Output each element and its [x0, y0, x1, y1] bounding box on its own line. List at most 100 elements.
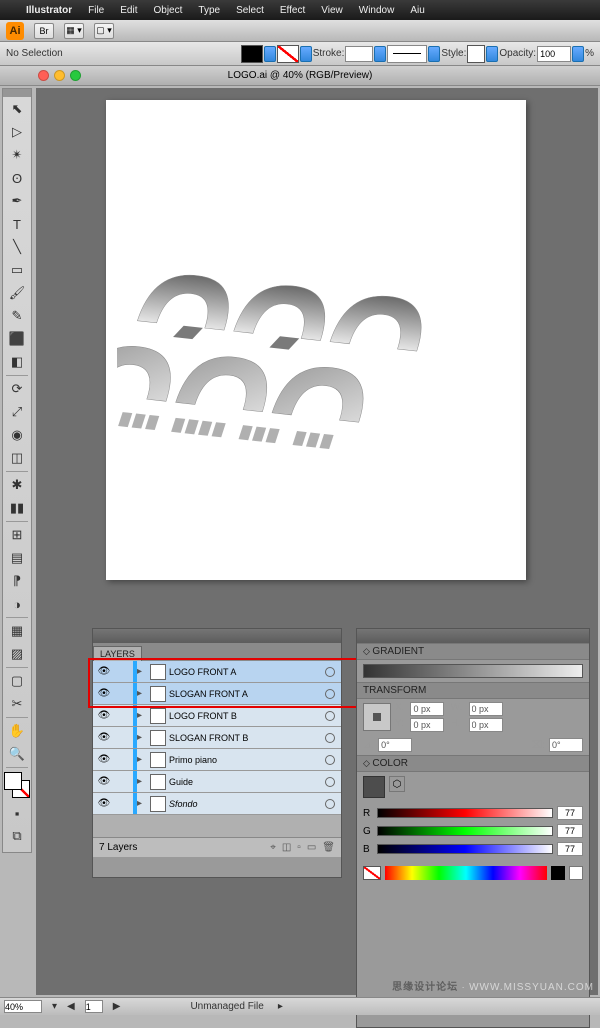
gradient-tool[interactable]: ▤	[4, 547, 30, 569]
delete-layer-icon[interactable]: 🗑	[322, 842, 335, 853]
stroke-weight-input[interactable]	[345, 46, 373, 62]
layer-name[interactable]: SLOGAN FRONT A	[169, 689, 325, 699]
slice-tool[interactable]: ✂	[4, 693, 30, 715]
menu-select[interactable]: Select	[236, 5, 264, 16]
live-paint-tool[interactable]: ▦	[4, 620, 30, 642]
mesh-tool[interactable]: ⊞	[4, 524, 30, 546]
page-next-icon[interactable]: ▶	[113, 1001, 121, 1012]
menu-aiu[interactable]: Aiu	[410, 5, 424, 16]
disclosure-icon[interactable]: ▸	[137, 798, 147, 809]
eraser-tool[interactable]: ◧	[4, 351, 30, 373]
target-icon[interactable]	[325, 799, 335, 809]
stroke-dropdown[interactable]	[300, 46, 312, 62]
opacity-input[interactable]	[537, 46, 571, 62]
stroke-swatch[interactable]	[277, 45, 299, 63]
screen-mode-button[interactable]: ▢ ▾	[94, 23, 114, 39]
brush-select[interactable]	[387, 45, 427, 63]
style-dropdown[interactable]	[486, 46, 498, 62]
menu-window[interactable]: Window	[359, 5, 395, 16]
zoom-window-icon[interactable]	[70, 70, 81, 81]
panel-grip[interactable]	[93, 629, 341, 643]
fill-dropdown[interactable]	[264, 46, 276, 62]
layer-row[interactable]: 👁▸SLOGAN FRONT A	[93, 683, 341, 705]
lasso-tool[interactable]: ʘ	[4, 167, 30, 189]
opacity-dropdown[interactable]	[572, 46, 584, 62]
screen-mode-icon[interactable]: ⧉	[4, 825, 30, 847]
canvas-area[interactable]: LAYERS 👁▸LOGO FRONT A👁▸SLOGAN FRONT A👁▸L…	[36, 88, 598, 995]
line-tool[interactable]: ╲	[4, 236, 30, 258]
layer-row[interactable]: 👁▸SLOGAN FRONT B	[93, 727, 341, 749]
color-mode-icon[interactable]: ▪	[4, 802, 30, 824]
menu-object[interactable]: Object	[153, 5, 182, 16]
visibility-icon[interactable]: 👁	[93, 754, 115, 765]
magic-wand-tool[interactable]: ✴	[4, 144, 30, 166]
layer-row[interactable]: 👁 ▸ Sfondo	[93, 793, 341, 815]
r-slider[interactable]	[377, 808, 553, 818]
y-input[interactable]	[410, 718, 444, 732]
visibility-icon[interactable]: 👁	[93, 710, 115, 721]
style-swatch[interactable]	[467, 45, 485, 63]
target-icon[interactable]	[325, 755, 335, 765]
menu-view[interactable]: View	[321, 5, 343, 16]
rectangle-tool[interactable]: ▭	[4, 259, 30, 281]
direct-selection-tool[interactable]: ▷	[4, 121, 30, 143]
disclosure-icon[interactable]: ▸	[137, 710, 147, 721]
target-icon[interactable]	[325, 777, 335, 787]
rotate-input[interactable]	[378, 738, 412, 752]
page-input[interactable]	[85, 1000, 103, 1013]
stroke-weight-dropdown[interactable]	[374, 46, 386, 62]
target-icon[interactable]	[325, 711, 335, 721]
reference-point-icon[interactable]	[363, 703, 391, 731]
disclosure-icon[interactable]: ▸	[137, 776, 147, 787]
zoom-input[interactable]	[4, 1000, 42, 1013]
arrange-documents-button[interactable]: ▦ ▾	[64, 23, 84, 39]
zoom-dropdown-icon[interactable]: ▾	[52, 1001, 57, 1012]
free-transform-tool[interactable]: ◫	[4, 447, 30, 469]
fill-stroke-control[interactable]	[4, 772, 30, 798]
menu-edit[interactable]: Edit	[120, 5, 137, 16]
layer-row[interactable]: 👁▸Primo piano	[93, 749, 341, 771]
eyedropper-tool[interactable]: ⁋	[4, 570, 30, 592]
live-paint-selection-tool[interactable]: ▨	[4, 643, 30, 665]
new-sublayer-icon[interactable]: ▫	[297, 842, 301, 853]
visibility-icon[interactable]: 👁	[93, 798, 115, 809]
type-tool[interactable]: T	[4, 213, 30, 235]
gradient-preview[interactable]	[363, 664, 583, 678]
layer-name[interactable]: Sfondo	[169, 799, 325, 809]
visibility-icon[interactable]: 👁	[93, 776, 115, 787]
layer-row[interactable]: 👁▸Guide	[93, 771, 341, 793]
layer-name[interactable]: LOGO FRONT B	[169, 711, 325, 721]
bridge-button[interactable]: Br	[34, 23, 54, 39]
make-clip-mask-icon[interactable]: ◫	[282, 842, 291, 853]
close-window-icon[interactable]	[38, 70, 49, 81]
fill-swatch[interactable]	[241, 45, 263, 63]
x-input[interactable]	[410, 702, 444, 716]
artboard-tool[interactable]: ▢	[4, 670, 30, 692]
minimize-window-icon[interactable]	[54, 70, 65, 81]
page-prev-icon[interactable]: ◀	[67, 1001, 75, 1012]
r-input[interactable]	[557, 806, 583, 820]
warp-tool[interactable]: ◉	[4, 424, 30, 446]
w-input[interactable]	[469, 702, 503, 716]
panel-grip-icon[interactable]	[3, 89, 31, 97]
b-input[interactable]	[557, 842, 583, 856]
artboard[interactable]	[106, 100, 526, 580]
hand-tool[interactable]: ✋	[4, 720, 30, 742]
paintbrush-tool[interactable]: 🖌	[4, 282, 30, 304]
layer-row[interactable]: 👁▸LOGO FRONT A	[93, 661, 341, 683]
h-input[interactable]	[469, 718, 503, 732]
layer-row[interactable]: 👁 ▸ LOGO FRONT B	[93, 705, 341, 727]
b-slider[interactable]	[377, 844, 553, 854]
panel-grip[interactable]	[357, 629, 589, 643]
menu-effect[interactable]: Effect	[280, 5, 305, 16]
graph-tool[interactable]: ▮▮	[4, 497, 30, 519]
brush-dropdown[interactable]	[428, 46, 440, 62]
layer-name[interactable]: LOGO FRONT A	[169, 667, 325, 677]
selection-tool[interactable]: ⬉	[4, 98, 30, 120]
target-icon[interactable]	[325, 733, 335, 743]
blob-brush-tool[interactable]: ⬛	[4, 328, 30, 350]
white-swatch[interactable]	[569, 866, 583, 880]
disclosure-icon[interactable]: ▸	[137, 732, 147, 743]
layer-name[interactable]: SLOGAN FRONT B	[169, 733, 325, 743]
disclosure-icon[interactable]: ▸	[137, 688, 147, 699]
